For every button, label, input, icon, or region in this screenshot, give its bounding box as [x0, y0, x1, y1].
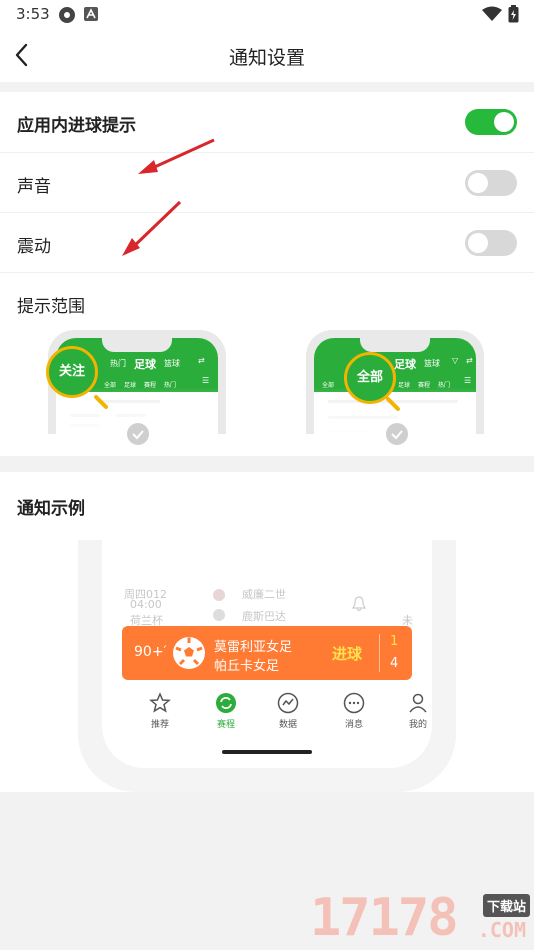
tab-label: 消息	[344, 720, 363, 730]
scope-lens-follow: 关注	[46, 346, 98, 398]
phone-notch	[360, 338, 430, 352]
menu-icon: ☰	[464, 376, 472, 385]
nav-bar: 通知设置	[0, 28, 534, 82]
team-logo-icon	[213, 609, 225, 621]
sound-row[interactable]: 声音	[0, 153, 534, 213]
score-b: 4	[390, 656, 399, 671]
tab-label: 我的	[408, 720, 427, 730]
divider	[0, 272, 534, 273]
toggle-knob	[468, 233, 488, 253]
star-icon	[149, 692, 171, 713]
preview-tab: 篮球	[164, 359, 180, 368]
goal-alert-row[interactable]: 应用内进球提示	[0, 92, 534, 152]
score-divider	[379, 634, 380, 672]
team-logo-icon	[213, 589, 225, 601]
swap-icon: ⇄	[466, 356, 473, 365]
home-indicator	[222, 750, 312, 754]
battery-icon	[508, 5, 519, 23]
tab-data[interactable]: 数据	[268, 692, 308, 730]
watermark-suffix: .COM	[477, 918, 526, 942]
user-icon	[409, 693, 427, 713]
tab-schedule[interactable]: 赛程	[206, 692, 246, 730]
refresh-icon	[216, 693, 236, 713]
chart-icon	[277, 692, 299, 714]
tab-label: 赛程	[216, 720, 235, 730]
tab-recommend[interactable]: 推荐	[140, 692, 180, 730]
watermark-badge: 下载站	[482, 894, 530, 917]
vpn-icon	[59, 7, 75, 23]
phone-notch	[102, 338, 172, 352]
wifi-icon	[482, 6, 502, 21]
bg-row-right: 威廉二世	[242, 588, 286, 601]
page-title: 通知设置	[228, 47, 305, 69]
toggle-knob	[494, 112, 514, 132]
check-icon[interactable]	[127, 423, 149, 445]
scope-title: 提示范围	[17, 297, 85, 317]
example-title: 通知示例	[17, 499, 85, 519]
goal-notification[interactable]: 90+′ 莫雷利亚女足 帕丘卡女足 进球 1 4	[122, 626, 412, 680]
team-a-name: 莫雷利亚女足	[214, 640, 293, 655]
preview-tab: 足球	[134, 358, 156, 371]
bg-row-right: 鹿斯巴达	[242, 610, 286, 623]
annotation-arrow-icon	[122, 200, 182, 256]
score-a: 1	[390, 634, 399, 649]
watermark-digits: 17178	[310, 888, 459, 948]
sound-label: 声音	[17, 177, 51, 197]
bg-row-left: 04:00	[130, 598, 162, 611]
vibration-row[interactable]: 震动	[0, 213, 534, 273]
goal-event: 进球	[332, 645, 363, 663]
status-bar: 3:53	[0, 0, 534, 28]
vibration-label: 震动	[17, 237, 51, 257]
tab-mine[interactable]: 我的	[398, 692, 432, 730]
message-icon	[343, 692, 365, 714]
annotation-arrow-icon	[138, 138, 215, 174]
preview-tab: 足球	[394, 358, 416, 371]
sound-toggle[interactable]	[465, 170, 517, 196]
preview-tab: 篮球	[424, 359, 440, 368]
filter-icon: ▽	[452, 356, 459, 365]
goal-alert-label: 应用内进球提示	[17, 116, 136, 136]
app-notification-icon	[84, 7, 98, 21]
status-time: 3:53	[16, 5, 50, 23]
menu-icon: ☰	[202, 376, 210, 385]
preview-tab: 热门	[110, 359, 126, 368]
tab-message[interactable]: 消息	[334, 692, 374, 730]
goal-alert-toggle[interactable]	[465, 109, 517, 135]
tab-label: 数据	[278, 720, 297, 730]
toggle-knob	[468, 173, 488, 193]
check-icon[interactable]	[386, 423, 408, 445]
football-icon	[173, 637, 205, 669]
team-b-name: 帕丘卡女足	[214, 659, 280, 674]
tab-label: 推荐	[150, 720, 169, 730]
swap-icon: ⇄	[198, 356, 205, 365]
bell-icon	[352, 596, 366, 612]
match-minute: 90+′	[134, 644, 167, 660]
vibration-toggle[interactable]	[465, 230, 517, 256]
watermark: 17178 下载站 .COM	[310, 888, 534, 950]
phone-screen: 足球 篮球 ▽ ⇄ 全部 足球 赛程 热门 ☰	[314, 338, 476, 434]
